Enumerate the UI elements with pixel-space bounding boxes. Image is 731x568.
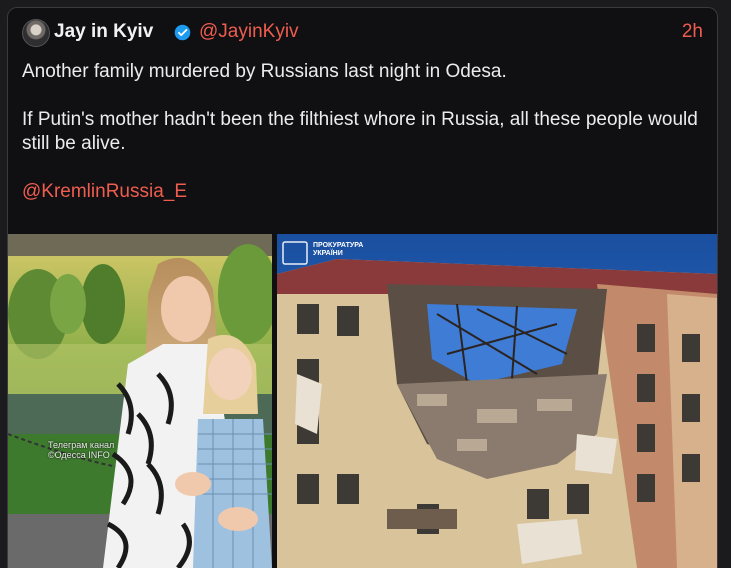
verified-badge-icon — [174, 24, 191, 41]
author-handle[interactable]: @JayinKyiv — [199, 21, 299, 43]
watermark-line-2: ©Одесса INFO — [48, 450, 110, 460]
left-photo-watermark: Телеграм канал ©Одесса INFO — [48, 440, 114, 460]
photo-mother-daughter[interactable]: Телеграм канал ©Одесса INFO — [8, 234, 272, 568]
watermark-line-1: Телеграм канал — [48, 440, 115, 450]
mention-link[interactable]: @KremlinRussia_E — [22, 180, 707, 204]
post-body: Another family murdered by Russians last… — [22, 60, 707, 204]
author-name[interactable]: Jay in Kyiv — [54, 21, 153, 43]
photo-mother-daughter-art — [8, 234, 272, 568]
post-paragraph-2: If Putin's mother hadn't been the filthi… — [22, 109, 698, 154]
post-paragraph-1: Another family murdered by Russians last… — [22, 61, 507, 82]
emblem-line-2: УКРАЇНИ — [313, 250, 343, 257]
media-gallery: Телеграм канал ©Одесса INFO ПРОКУРАТУРА … — [8, 234, 717, 568]
right-photo-emblem: ПРОКУРАТУРА УКРАЇНИ — [313, 242, 363, 258]
post-timestamp[interactable]: 2h — [682, 21, 703, 43]
photo-destroyed-building-art — [277, 234, 717, 568]
post-card[interactable]: Jay in Kyiv @JayinKyiv 2h Another family… — [7, 7, 718, 568]
photo-destroyed-building[interactable]: ПРОКУРАТУРА УКРАЇНИ — [277, 234, 717, 568]
post-header: Jay in Kyiv @JayinKyiv 2h — [22, 19, 703, 47]
author-avatar[interactable] — [22, 19, 50, 47]
emblem-line-1: ПРОКУРАТУРА — [313, 242, 364, 249]
